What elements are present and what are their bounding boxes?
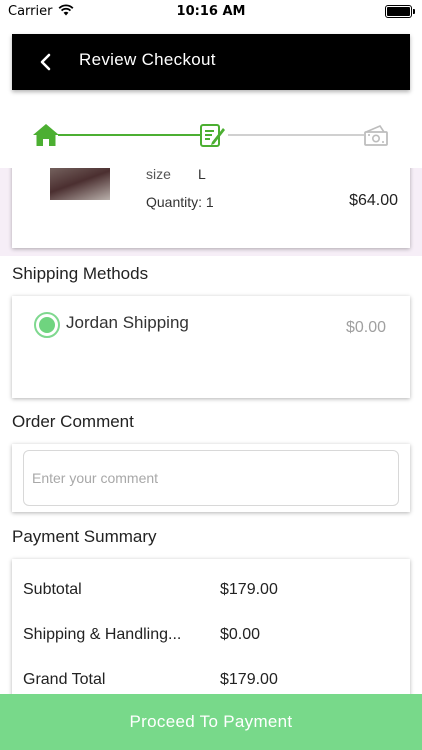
summary-row-shipping: Shipping & Handling... $0.00 [23,626,403,656]
chevron-left-icon[interactable] [34,50,58,74]
size-value: L [198,168,206,182]
summary-label: Subtotal [23,581,82,598]
summary-row-grand-total: Grand Total $179.00 [23,671,403,694]
summary-value: $179.00 [220,671,278,688]
edit-list-icon [200,124,225,147]
comment-input[interactable] [23,450,399,506]
header-bar: Review Checkout [12,34,410,90]
status-bar: Carrier 10:16 AM [0,0,422,24]
quantity-label: Quantity: 1 [146,194,214,210]
clock: 10:16 AM [176,4,246,19]
product-image [50,168,110,200]
shipping-method-price: $0.00 [345,319,386,336]
shipping-method-option[interactable]: Jordan Shipping $0.00 [12,296,410,398]
checkout-scroll-area[interactable]: size L Quantity: 1 $64.00 Shipping Metho… [0,168,422,694]
shipping-radio-button[interactable] [34,312,60,338]
comment-card [12,444,410,512]
summary-row-subtotal: Subtotal $179.00 [23,581,403,611]
page-title: Review Checkout [79,50,216,69]
product-card: size L Quantity: 1 $64.00 [12,168,410,248]
order-comment-title: Order Comment [12,412,134,431]
stepper-line-todo [228,134,364,136]
payment-summary-card: Subtotal $179.00 Shipping & Handling... … [12,559,410,694]
proceed-to-payment-button[interactable]: Proceed To Payment [0,694,422,750]
home-icon[interactable] [32,122,60,148]
summary-value: $0.00 [220,626,261,643]
summary-label: Grand Total [23,671,106,688]
stepper-line-done [58,134,200,136]
shipping-methods-title: Shipping Methods [12,264,149,283]
shipping-method-name: Jordan Shipping [66,313,189,332]
checkout-stepper [0,110,422,162]
battery-icon [385,5,415,18]
summary-value: $179.00 [220,581,278,598]
payment-summary-title: Payment Summary [12,527,157,546]
money-icon [364,125,388,146]
product-price: $64.00 [349,192,398,209]
size-label: size [146,168,171,182]
summary-label: Shipping & Handling... [23,626,182,643]
